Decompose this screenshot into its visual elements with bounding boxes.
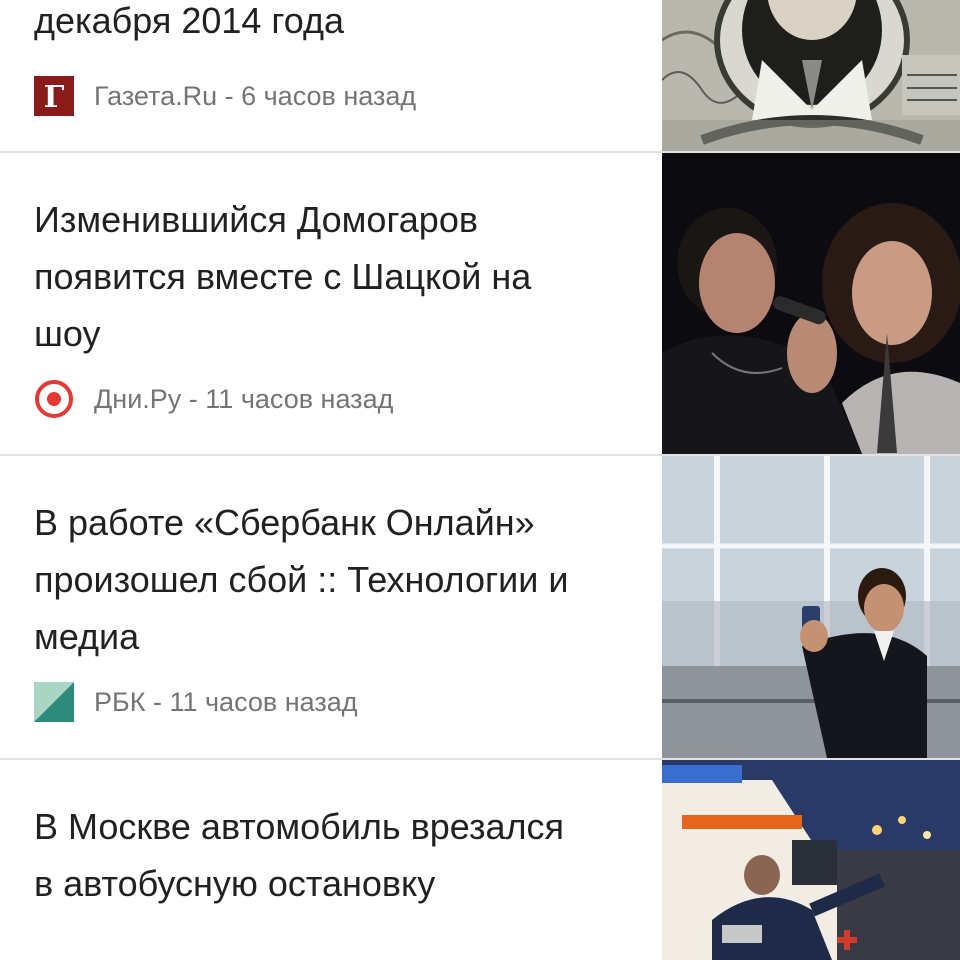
news-headline[interactable]: Изменившийся Домогаров появится вместе с… <box>34 191 644 362</box>
news-headline[interactable]: В Москве автомобиль врезался в автобусну… <box>34 798 644 912</box>
news-source-row: Г Газета.Ru - 6 часов назад <box>34 76 416 116</box>
headline-line: медиа <box>34 616 140 657</box>
headline-line: шоу <box>34 313 101 354</box>
news-card-text: В Москве автомобиль врезался в автобусну… <box>34 798 644 912</box>
gazeta-logo-icon: Г <box>34 76 74 116</box>
news-source-row: Дни.Ру - 11 часов назад <box>34 379 393 419</box>
news-headline[interactable]: декабря 2014 года <box>34 0 644 49</box>
news-thumbnail[interactable] <box>662 0 960 151</box>
news-source-and-time: Дни.Ру - 11 часов назад <box>94 383 394 414</box>
headline-line: Изменившийся Домогаров <box>34 199 478 240</box>
news-source-and-time: РБК - 11 часов назад <box>94 686 358 717</box>
news-thumbnail[interactable] <box>662 760 960 960</box>
news-card-text: Изменившийся Домогаров появится вместе с… <box>34 191 644 362</box>
news-thumbnail[interactable] <box>662 456 960 758</box>
news-card-text: В работе «Сбербанк Онлайн» произошел сбо… <box>34 494 644 665</box>
news-source-and-time: Газета.Ru - 6 часов назад <box>94 80 417 111</box>
news-card-text: декабря 2014 года <box>34 0 644 49</box>
news-card[interactable]: В Москве автомобиль врезался в автобусну… <box>0 760 960 960</box>
headline-line: В работе «Сбербанк Онлайн» <box>34 502 535 543</box>
headline-line: в автобусную остановку <box>34 863 436 904</box>
headline-line: появится вместе с Шацкой на <box>34 256 532 297</box>
news-card[interactable]: декабря 2014 года Г Газета.Ru - 6 часов … <box>0 0 960 151</box>
headline-line: произошел сбой :: Технологии и <box>34 559 569 600</box>
headline-line: декабря 2014 года <box>34 0 345 41</box>
news-card[interactable]: В работе «Сбербанк Онлайн» произошел сбо… <box>0 456 960 758</box>
news-card[interactable]: Изменившийся Домогаров появится вместе с… <box>0 153 960 454</box>
headline-line: В Москве автомобиль врезался <box>34 806 565 847</box>
dni-ru-target-icon <box>34 379 74 419</box>
svg-text:Г: Г <box>44 80 65 115</box>
news-thumbnail[interactable] <box>662 153 960 454</box>
rbc-logo-icon <box>34 682 74 722</box>
news-headline[interactable]: В работе «Сбербанк Онлайн» произошел сбо… <box>34 494 644 665</box>
news-feed: декабря 2014 года Г Газета.Ru - 6 часов … <box>0 0 960 960</box>
news-source-row: РБК - 11 часов назад <box>34 682 358 722</box>
